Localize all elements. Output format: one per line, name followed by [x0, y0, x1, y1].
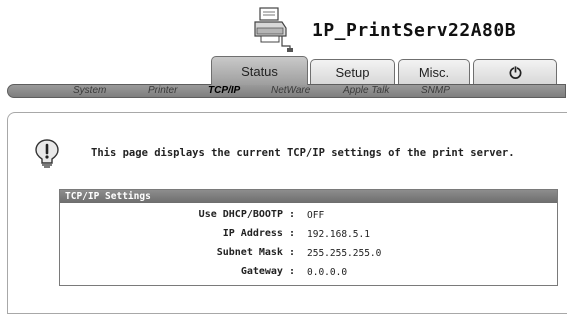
settings-row-dhcp: Use DHCP/BOOTP : OFF	[60, 209, 557, 227]
lightbulb-info-icon	[35, 139, 59, 168]
dhcp-value: OFF	[307, 210, 325, 221]
gateway-value: 0.0.0.0	[307, 267, 348, 278]
power-icon	[509, 66, 521, 80]
settings-header: TCP/IP Settings	[60, 190, 557, 203]
tab-misc[interactable]: Misc.	[398, 59, 470, 85]
dhcp-label: Use DHCP/BOOTP :	[198, 209, 295, 220]
subnav-snmp[interactable]: SNMP	[421, 85, 450, 97]
subnav-printer[interactable]: Printer	[148, 85, 177, 97]
subnet-mask-label: Subnet Mask :	[216, 247, 295, 258]
subnav-system[interactable]: System	[73, 85, 106, 97]
info-message: This page displays the current TCP/IP se…	[91, 147, 515, 159]
settings-row-subnet: Subnet Mask : 255.255.255.0	[60, 247, 557, 265]
tab-power[interactable]	[473, 59, 557, 85]
subnet-mask-value: 255.255.255.0	[307, 248, 382, 259]
tcpip-settings-panel: TCP/IP Settings Use DHCP/BOOTP : OFF IP …	[59, 189, 558, 286]
settings-row-ip: IP Address : 192.168.5.1	[60, 228, 557, 246]
ip-address-label: IP Address :	[222, 228, 295, 239]
printer-icon	[254, 7, 293, 52]
device-title: 1P_PrintServ22A80B	[312, 20, 517, 41]
tab-status[interactable]: Status	[211, 56, 308, 85]
subnav-tcpip[interactable]: TCP/IP	[208, 85, 240, 97]
tab-setup[interactable]: Setup	[310, 59, 395, 85]
gateway-label: Gateway :	[240, 266, 295, 277]
subnav-netware[interactable]: NetWare	[271, 85, 310, 97]
settings-row-gateway: Gateway : 0.0.0.0	[60, 266, 557, 284]
subnav-appletalk[interactable]: Apple Talk	[343, 85, 389, 97]
ip-address-value: 192.168.5.1	[307, 229, 370, 240]
subnav-bar: System Printer TCP/IP NetWare Apple Talk…	[7, 84, 566, 98]
